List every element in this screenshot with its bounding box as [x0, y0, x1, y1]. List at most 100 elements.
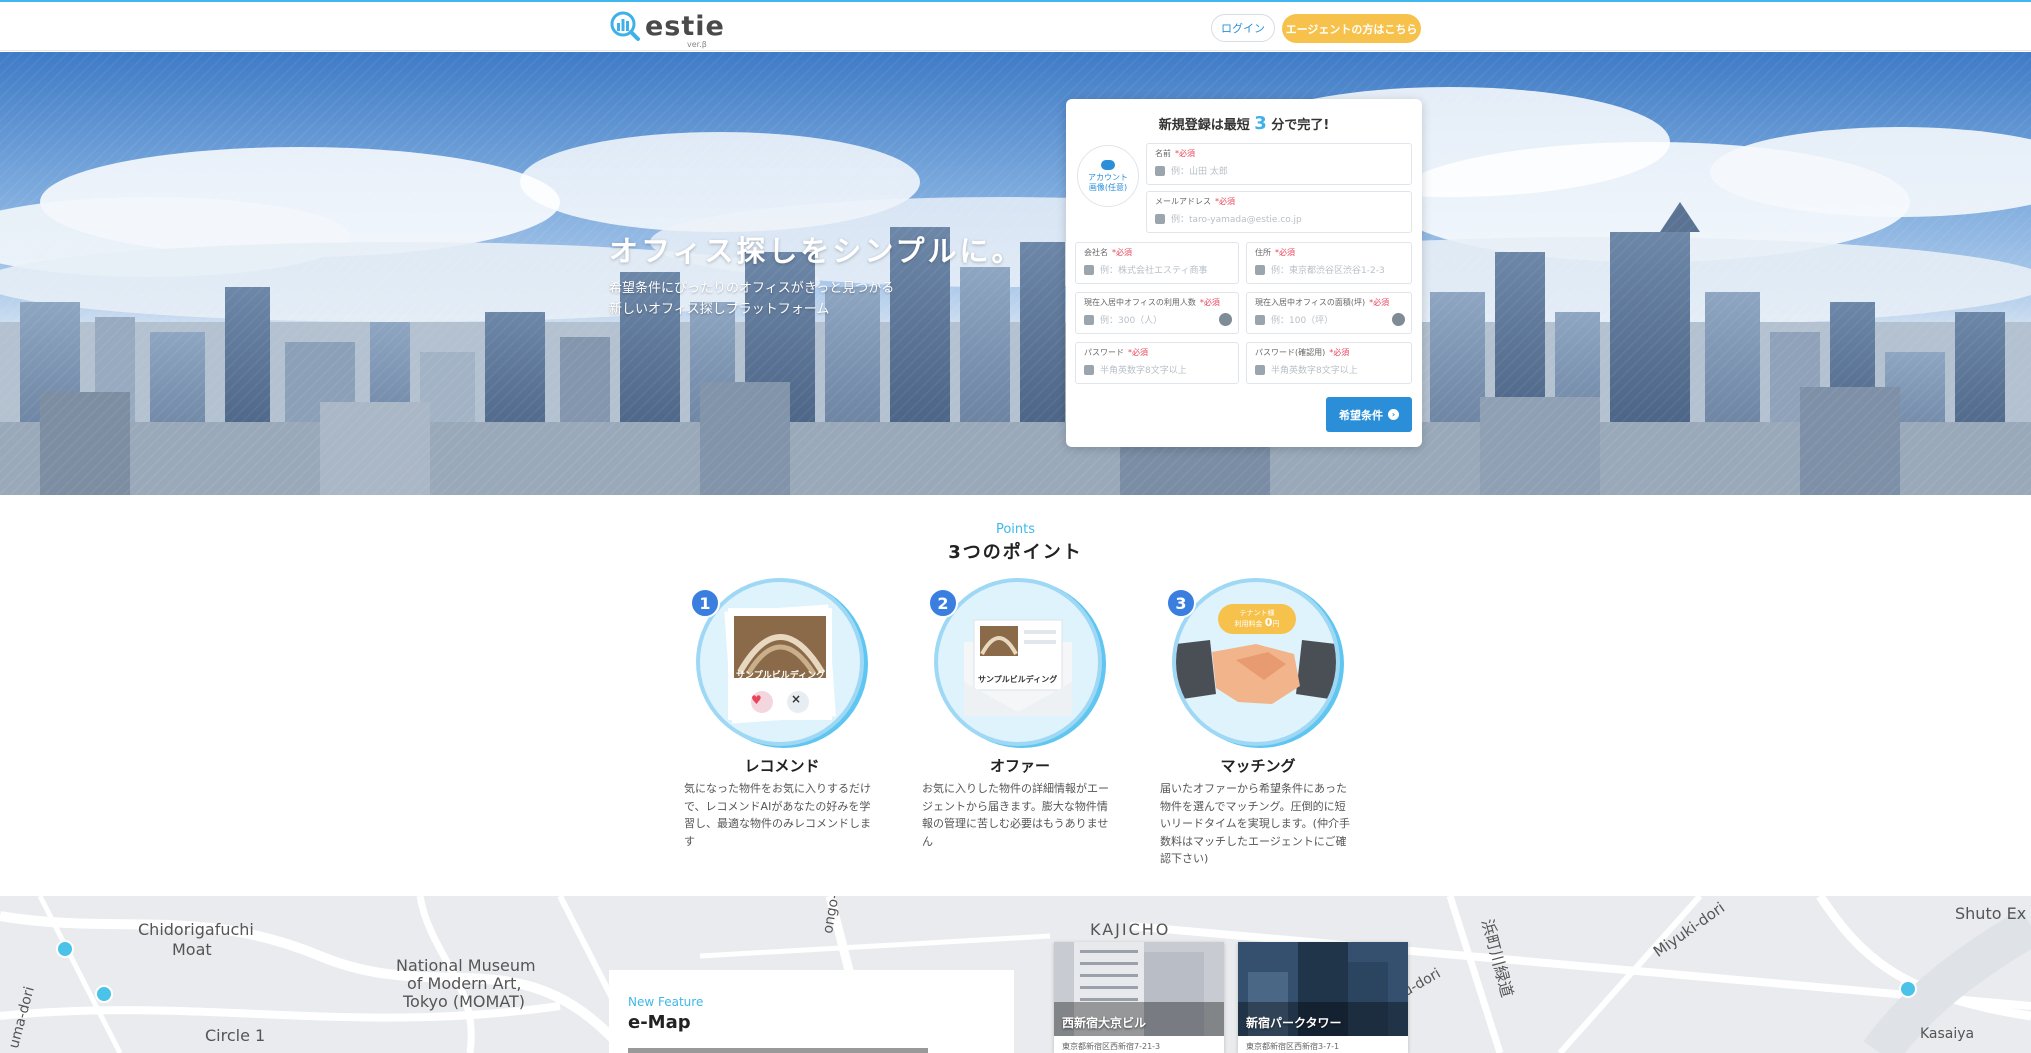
- required-mark: *必須: [1128, 348, 1148, 357]
- name-label-text: 名前: [1155, 149, 1171, 158]
- mail-icon: [1155, 214, 1165, 224]
- address-field[interactable]: 住所 *必須 例：東京都渋谷区渋谷1-2-3: [1246, 242, 1412, 284]
- email-field[interactable]: メールアドレス *必須 例：taro-yamada@estie.co.jp: [1146, 191, 1412, 233]
- building-card[interactable]: 西新宿大京ビル 東京都新宿区西新宿7-21-3: [1054, 942, 1224, 1053]
- point-description: 届いたオファーから希望条件にあった物件を選んでマッチング。圧倒的に短いリードタイ…: [1160, 782, 1350, 865]
- logo[interactable]: estie ver.β: [609, 10, 725, 49]
- required-mark: *必須: [1329, 348, 1350, 357]
- hero-title: オフィス探しをシンプルに。: [609, 234, 1024, 268]
- password-confirm-field[interactable]: パスワード(確認用) *必須 半角英数字8文字以上: [1246, 342, 1412, 384]
- building-address: 東京都新宿区西新宿3-7-1: [1246, 1042, 1340, 1051]
- logo-text: estie: [645, 10, 725, 42]
- company-field[interactable]: 会社名 *必須 例：株式会社エスティ商事: [1075, 242, 1239, 284]
- required-mark: *必須: [1175, 149, 1195, 158]
- password-label-text: パスワード: [1084, 348, 1124, 357]
- lock-icon: [1084, 365, 1094, 375]
- point-name: オファー: [989, 757, 1050, 775]
- password-confirm-placeholder: 半角英数字8文字以上: [1271, 366, 1358, 376]
- badge-line1: テナント様: [1239, 609, 1275, 617]
- map-pin-icon[interactable]: [56, 940, 74, 958]
- matching-illustration: テナント様 利用料金 0円: [1172, 578, 1340, 746]
- signup-title-prefix: 新規登録は最短: [1158, 118, 1250, 133]
- address-label: 住所 *必須: [1255, 247, 1295, 258]
- avatar-upload-label: アカウント: [1088, 172, 1128, 182]
- recommend-illustration: サンプルビルディング ♥ ×: [696, 578, 864, 746]
- people-icon: [1084, 315, 1094, 325]
- required-mark: *必須: [1275, 248, 1295, 257]
- map-pin-icon[interactable]: [95, 985, 113, 1003]
- area-field[interactable]: 現在入居中オフィスの面積(坪) *必須 例：100（坪）: [1246, 292, 1412, 334]
- area-unit-icon: [1392, 313, 1405, 326]
- points-label: Points: [995, 522, 1036, 537]
- point-number: 3: [1166, 588, 1196, 618]
- map-pin-icon[interactable]: [1899, 980, 1917, 998]
- map-label-kajicho: KAJICHO: [1090, 920, 1171, 939]
- email-label-text: メールアドレス: [1155, 197, 1211, 206]
- people-placeholder: 例：300（人）: [1100, 316, 1163, 326]
- map-label-chidorigafuchi: Chidorigafuchi: [138, 920, 254, 939]
- address-label-text: 住所: [1255, 248, 1271, 257]
- map-label-museum-line3: Tokyo (MOMAT): [403, 992, 526, 1011]
- badge-line2: 利用料金 0円: [1218, 617, 1296, 629]
- user-icon: [1155, 166, 1165, 176]
- building-icon: [1084, 265, 1094, 275]
- name-label: 名前 *必須: [1155, 148, 1195, 159]
- email-label: メールアドレス *必須: [1155, 196, 1235, 207]
- building-name: 西新宿大京ビル: [1062, 1016, 1147, 1030]
- feature-text-cutoff: [628, 1048, 928, 1053]
- password-field[interactable]: パスワード *必須 半角英数字8文字以上: [1075, 342, 1239, 384]
- password-confirm-label-text: パスワード(確認用): [1255, 348, 1326, 357]
- heart-icon: ♥: [751, 693, 762, 707]
- sample-building-label: サンプルビルディング: [978, 675, 1058, 684]
- login-button[interactable]: ログイン: [1211, 14, 1275, 42]
- next-button-label: 希望条件: [1339, 408, 1383, 422]
- required-mark: *必須: [1199, 298, 1220, 307]
- emap-feature-box: New Feature e-Map: [609, 970, 1014, 1053]
- building-name: 新宿パークタワー: [1246, 1016, 1342, 1030]
- person-unit-icon: [1219, 313, 1232, 326]
- map-label-museum-line1: National Museum: [396, 956, 536, 975]
- point-description: お気に入りした物件の詳細情報がエージェントから届きます。膨大な物件情報の管理に苦…: [922, 782, 1109, 848]
- chevron-right-icon: ›: [1388, 409, 1399, 420]
- hero-subtitle: 希望条件にぴったりのオフィスがきっと見つかる 新しいオフィス探しプラットフォーム: [609, 278, 894, 320]
- required-mark: *必須: [1369, 298, 1390, 307]
- feature-label: New Feature: [628, 995, 704, 1009]
- hero-section: オフィス探しをシンプルに。 希望条件にぴったりのオフィスがきっと見つかる 新しい…: [0, 52, 2031, 495]
- expand-icon: [1255, 315, 1265, 325]
- location-pin-icon: [1255, 265, 1265, 275]
- free-fee-badge: テナント様 利用料金 0円: [1218, 604, 1296, 634]
- building-address: 東京都新宿区西新宿7-21-3: [1062, 1042, 1161, 1051]
- offer-illustration: サンプルビルディング: [934, 578, 1102, 746]
- agent-link-button[interactable]: エージェントの方はこちら: [1282, 14, 1421, 43]
- area-placeholder: 例：100（坪）: [1271, 316, 1334, 326]
- badge-fee-label: 利用料金: [1234, 620, 1263, 628]
- point-name: レコメンド: [744, 757, 820, 775]
- point-description: 気になった物件をお気に入りするだけで、レコメンドAIがあなたの好みを学習し、最適…: [684, 782, 871, 848]
- email-placeholder: 例：taro-yamada@estie.co.jp: [1171, 215, 1302, 225]
- point-name: マッチング: [1220, 757, 1296, 775]
- logo-icon: [609, 10, 641, 42]
- avatar-upload[interactable]: アカウント 画像(任意): [1077, 145, 1139, 207]
- building-card[interactable]: 新宿パークタワー 東京都新宿区西新宿3-7-1: [1238, 942, 1408, 1053]
- map-label-kasaiya: Kasaiya: [1920, 1026, 1975, 1042]
- signup-card: 新規登録は最短 3 分で完了! アカウント 画像(任意) 名前 *必須 例：山田 …: [1066, 99, 1422, 447]
- area-label-text: 現在入居中オフィスの面積(坪): [1255, 298, 1366, 307]
- company-placeholder: 例：株式会社エスティ商事: [1100, 266, 1208, 276]
- map-section: Chidorigafuchi Moat National Museum of M…: [0, 896, 2031, 1053]
- password-label: パスワード *必須: [1084, 347, 1148, 358]
- next-button[interactable]: 希望条件 ›: [1326, 397, 1412, 432]
- site-header: estie ver.β ログイン エージェントの方はこちら: [0, 2, 2031, 51]
- signup-title-number: 3: [1254, 113, 1267, 134]
- people-label: 現在入居中オフィスの利用人数 *必須: [1084, 297, 1220, 308]
- map-label-museum-line2: of Modern Art,: [407, 974, 522, 993]
- map-background: [0, 896, 2031, 1053]
- name-field[interactable]: 名前 *必須 例：山田 太郎: [1146, 143, 1412, 185]
- hero-subtitle-line1: 希望条件にぴったりのオフィスがきっと見つかる: [609, 281, 895, 296]
- password-confirm-label: パスワード(確認用) *必須: [1255, 347, 1349, 358]
- badge-fee-unit: 円: [1272, 620, 1280, 628]
- name-placeholder: 例：山田 太郎: [1171, 167, 1228, 177]
- map-label-moat: Moat: [172, 940, 212, 959]
- people-field[interactable]: 現在入居中オフィスの利用人数 *必須 例：300（人）: [1075, 292, 1239, 334]
- point-number: 1: [690, 588, 720, 618]
- required-mark: *必須: [1112, 248, 1132, 257]
